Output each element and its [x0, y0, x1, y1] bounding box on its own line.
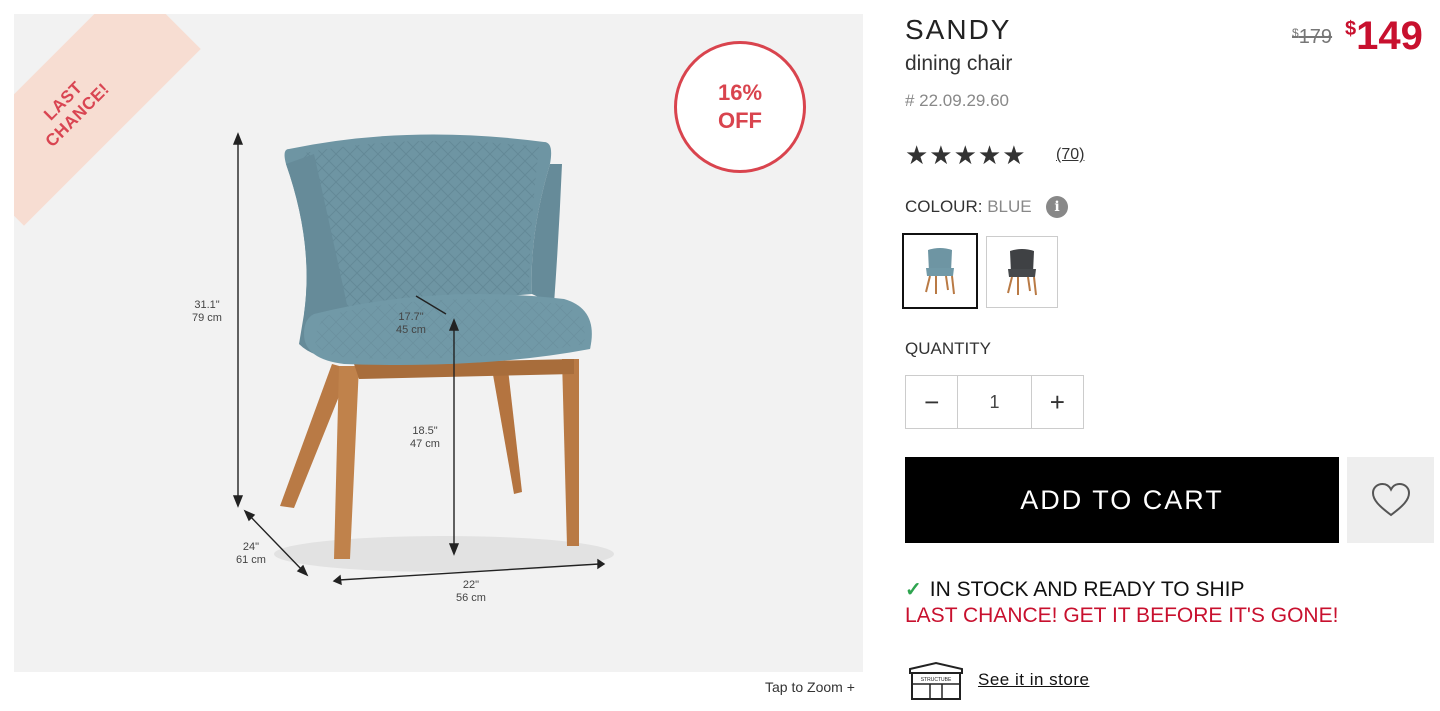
dim-height: 31.1" 79 cm [192, 299, 222, 324]
tap-to-zoom[interactable]: Tap to Zoom + [765, 679, 855, 695]
colour-label: COLOUR: BLUE [905, 197, 1032, 216]
old-price: $179 [1292, 26, 1333, 48]
stock-status: ✓ IN STOCK AND READY TO SHIP [905, 577, 1244, 602]
dim-depth: 24" 61 cm [236, 541, 266, 566]
stock-status-text: IN STOCK AND READY TO SHIP [929, 577, 1245, 601]
add-to-cart-button[interactable]: ADD TO CART [905, 457, 1339, 543]
dim-seat-height: 18.5" 47 cm [410, 425, 440, 450]
swatch-charcoal[interactable] [986, 236, 1058, 308]
sale-price: $149 [1345, 14, 1423, 58]
heart-icon [1371, 482, 1410, 517]
dim-seat-depth: 17.7" 45 cm [396, 311, 426, 336]
discount-percent: 16% [717, 80, 763, 105]
discount-badge: 16% OFF [674, 41, 806, 173]
colour-value: BLUE [987, 197, 1032, 216]
product-title: SANDY [905, 14, 1012, 45]
wishlist-button[interactable] [1347, 457, 1434, 543]
quantity-increase-button[interactable]: + [1031, 376, 1083, 428]
blue-chair-thumbnail-icon [925, 248, 955, 295]
reviews-link[interactable]: (70) [1056, 146, 1084, 164]
last-chance-message: LAST CHANCE! GET IT BEFORE IT'S GONE! [905, 604, 1339, 627]
swatch-blue[interactable] [902, 233, 978, 309]
product-image-panel[interactable]: LAST CHANCE! 16% OFF 31.1" 79 cm 17.7" 45 c… [14, 14, 863, 672]
product-type: dining chair [905, 52, 1013, 75]
quantity-decrease-button[interactable]: − [906, 376, 958, 428]
discount-off: OFF [718, 108, 762, 133]
charcoal-chair-thumbnail-icon [1007, 249, 1037, 296]
check-icon: ✓ [905, 579, 922, 601]
product-sku: # 22.09.29.60 [905, 91, 1009, 110]
see-in-store-link[interactable]: See it in store [978, 670, 1089, 690]
svg-text:STRUCTUBE: STRUCTUBE [921, 677, 952, 683]
quantity-stepper: − 1 + [905, 375, 1084, 429]
store-icon: STRUCTUBE [908, 661, 964, 706]
rating-stars: ★★★★★ [905, 140, 1027, 170]
quantity-input[interactable]: 1 [957, 376, 1032, 428]
dim-width: 22" 56 cm [456, 579, 486, 604]
quantity-label: QUANTITY [905, 339, 991, 358]
info-icon[interactable]: i [1046, 196, 1068, 218]
